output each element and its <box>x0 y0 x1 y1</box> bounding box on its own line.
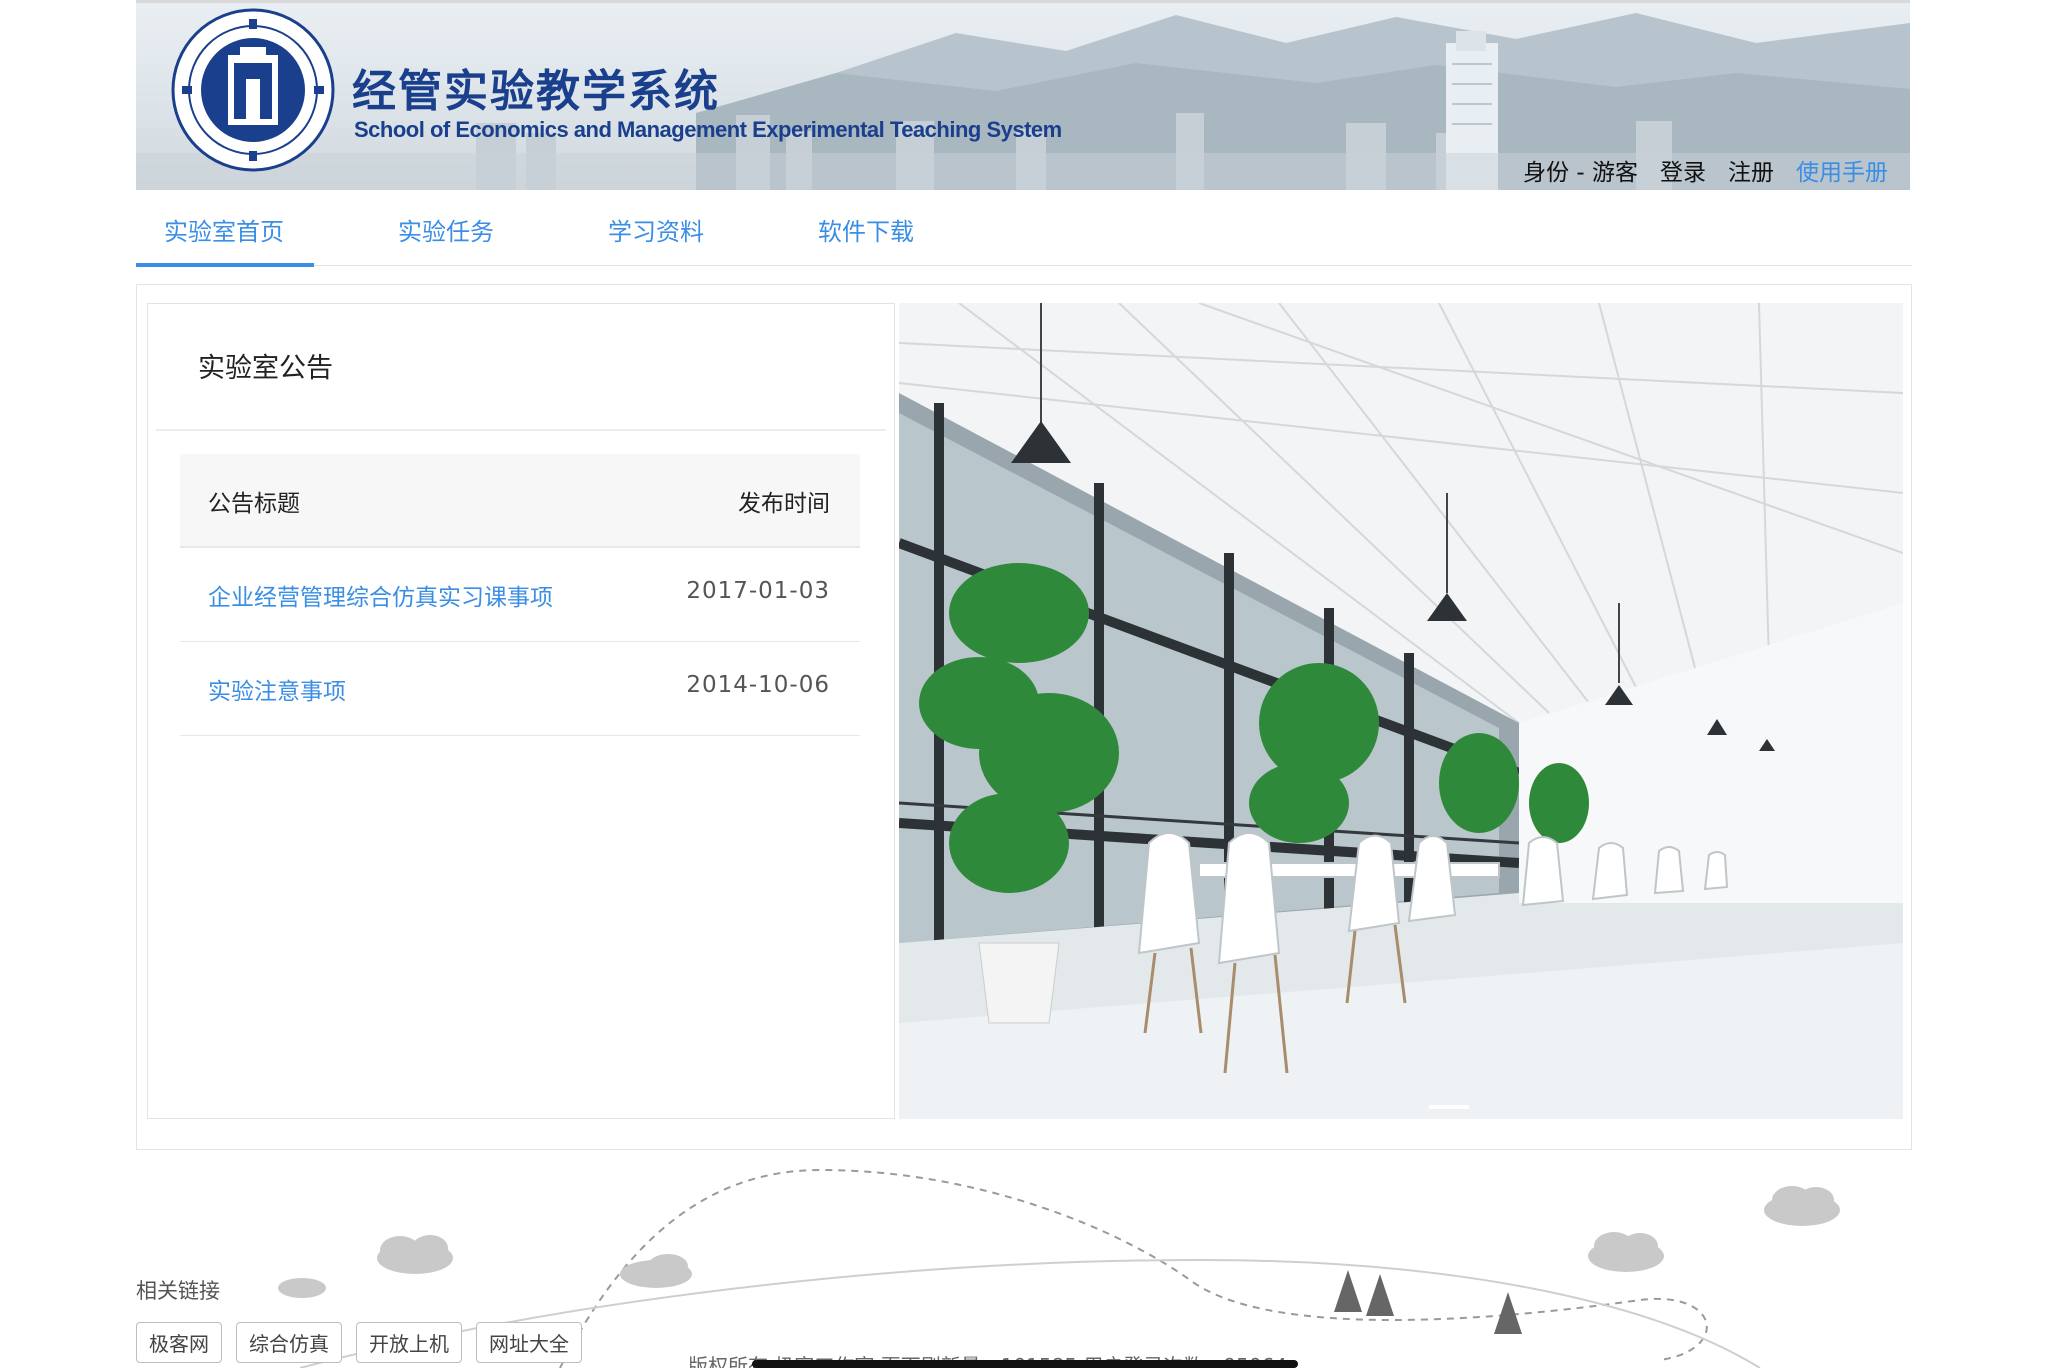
header-banner: 经管实验教学系统 School of Economics and Managem… <box>136 0 1910 190</box>
user-bar: 身份 - 游客 登录 注册 使用手册 <box>1523 153 1888 187</box>
university-seal-icon <box>171 8 335 172</box>
table-row: 企业经营管理综合仿真实习课事项 2017-01-03 <box>180 548 860 642</box>
laboratory-lounge-photo <box>899 303 1903 1119</box>
table-row: 实验注意事项 2014-10-06 <box>180 642 860 736</box>
tab-lab-tasks[interactable]: 实验任务 <box>398 212 494 247</box>
table-header: 公告标题 发布时间 <box>180 454 860 548</box>
notice-heading: 实验室公告 <box>198 353 333 384</box>
link-simulation[interactable]: 综合仿真 <box>236 1322 342 1363</box>
tab-learning-materials[interactable]: 学习资料 <box>608 212 704 247</box>
system-title-cn: 经管实验教学系统 <box>352 66 720 117</box>
notice-card: 实验室公告 公告标题 发布时间 企业经营管理综合仿真实习课事项 2017-01-… <box>147 303 895 1119</box>
column-header-date: 发布时间 <box>738 491 830 517</box>
system-title-en: School of Economics and Management Exper… <box>354 117 1062 142</box>
link-url-directory[interactable]: 网址大全 <box>476 1322 582 1363</box>
main-panel: 实验室公告 公告标题 发布时间 企业经营管理综合仿真实习课事项 2017-01-… <box>136 284 1912 1150</box>
divider <box>156 429 886 431</box>
notice-table: 公告标题 发布时间 企业经营管理综合仿真实习课事项 2017-01-03 实验注… <box>180 454 860 736</box>
notice-link[interactable]: 实验注意事项 <box>208 672 346 706</box>
tab-software-download[interactable]: 软件下载 <box>818 212 914 247</box>
link-open-lab[interactable]: 开放上机 <box>356 1322 462 1363</box>
tab-lab-home[interactable]: 实验室首页 <box>164 212 284 247</box>
carousel-indicator[interactable] <box>1429 1105 1469 1109</box>
user-manual-link[interactable]: 使用手册 <box>1796 153 1888 187</box>
notice-date: 2014-10-06 <box>686 672 830 698</box>
login-link[interactable]: 登录 <box>1660 153 1706 187</box>
link-geek-site[interactable]: 极客网 <box>136 1322 222 1363</box>
related-links: 极客网 综合仿真 开放上机 网址大全 <box>136 1322 582 1363</box>
active-tab-indicator <box>136 263 314 267</box>
carousel-image[interactable] <box>899 303 1903 1119</box>
notice-link[interactable]: 企业经营管理综合仿真实习课事项 <box>208 578 553 612</box>
home-indicator[interactable] <box>752 1360 1298 1368</box>
identity-label: 身份 - 游客 <box>1523 160 1638 186</box>
notice-date: 2017-01-03 <box>686 578 830 604</box>
related-links-heading: 相关链接 <box>136 1279 220 1303</box>
footer: 相关链接 极客网 综合仿真 开放上机 网址大全 版权所有 极客工作室 页面刷新量… <box>0 1150 2048 1368</box>
register-link[interactable]: 注册 <box>1728 153 1774 187</box>
column-header-title: 公告标题 <box>208 491 300 517</box>
main-nav: 实验室首页 实验任务 学习资料 软件下载 <box>136 190 1912 267</box>
